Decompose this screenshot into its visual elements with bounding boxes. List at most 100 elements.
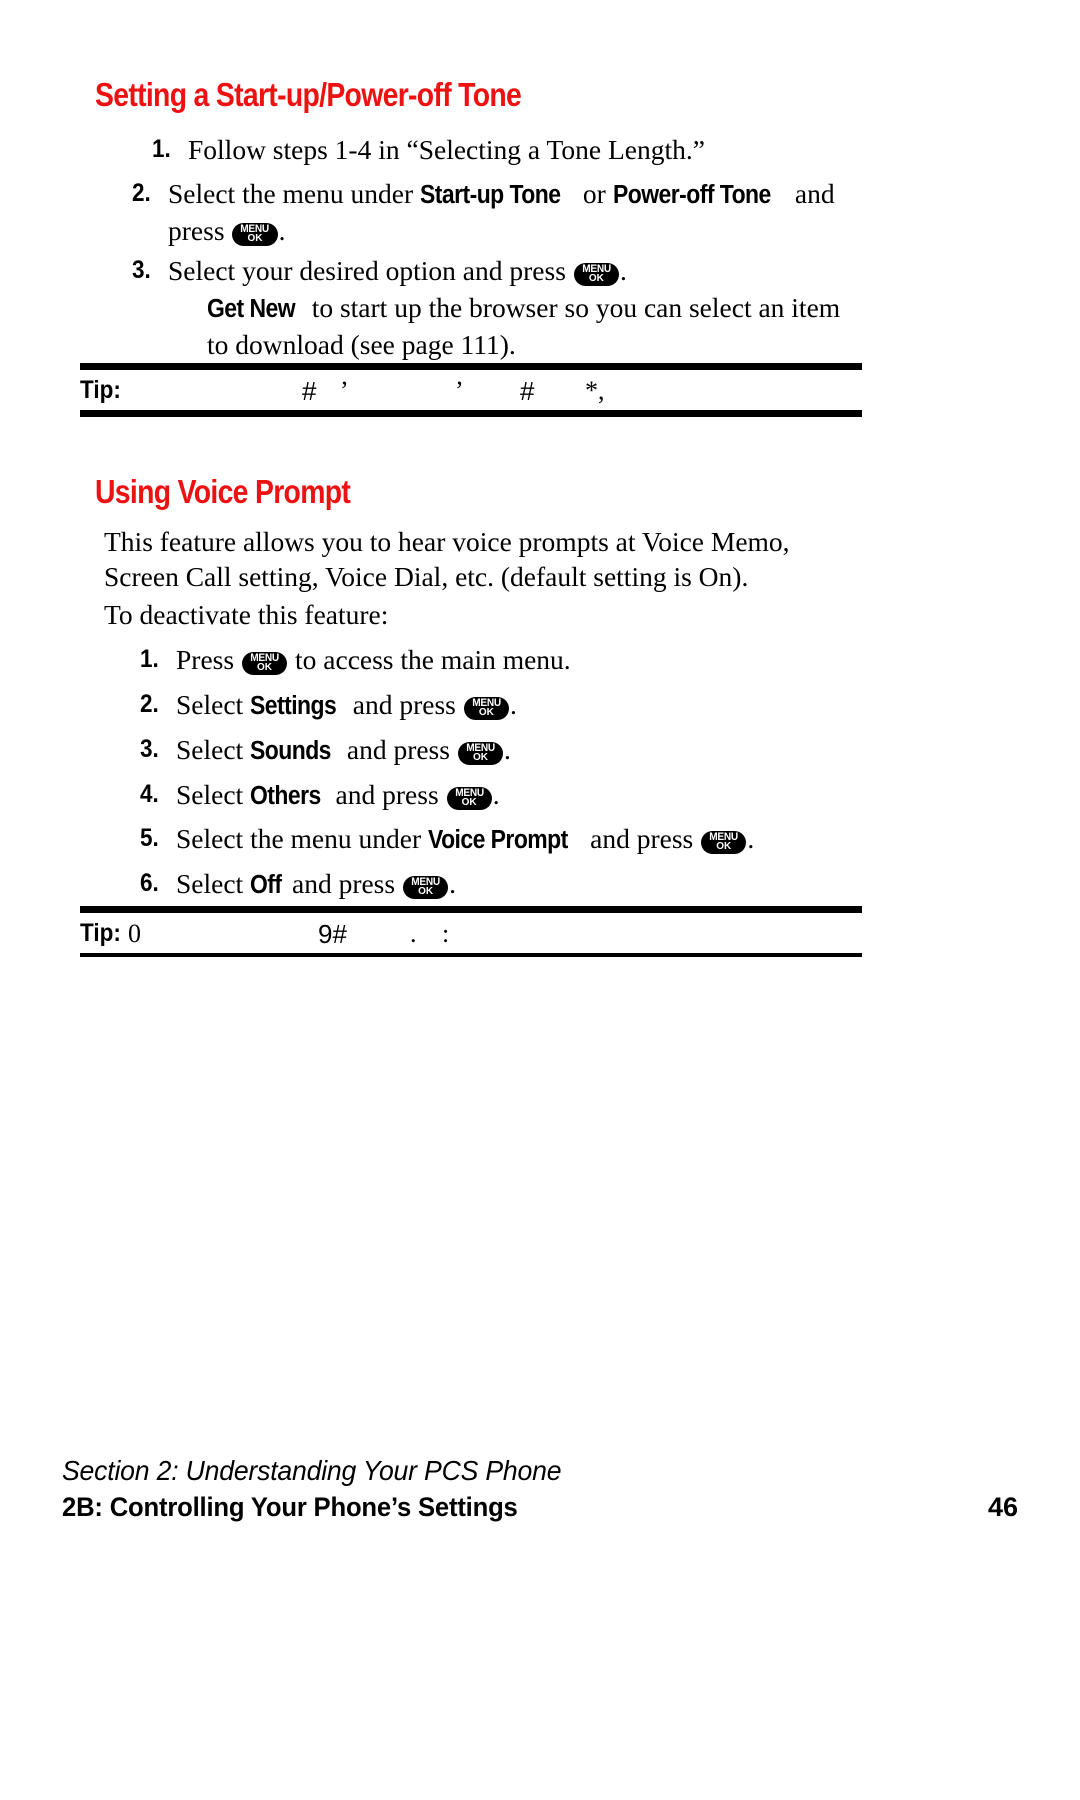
tip-rule-bottom (80, 953, 862, 957)
menu-ok-key-line1: MENU (250, 652, 279, 664)
menu-ok-key-line2: OK (247, 233, 263, 244)
step-item: 2. Select the menu under Start-up Tone o… (132, 176, 892, 248)
step-number: 3. (132, 256, 151, 284)
menu-ok-key[interactable]: MENU OK (457, 742, 504, 765)
step-text-run: Select (176, 689, 251, 720)
tip-fragment: ’ (340, 376, 349, 405)
step-text-run: Select (176, 779, 251, 810)
step-text-run: Select the menu under (176, 823, 428, 854)
menu-ok-key[interactable]: MENU OK (573, 263, 619, 286)
menu-ok-key-line1: MENU (411, 876, 440, 888)
section-heading-voice-prompt: Using Voice Prompt (95, 473, 351, 510)
step-number: 2. (132, 179, 151, 207)
step-text-run: . (504, 734, 511, 765)
menu-ok-key[interactable]: MENU OK (463, 697, 509, 720)
tip-fragment: 0 (128, 919, 141, 948)
step-text-run: or (576, 178, 613, 209)
step-text: Select your desired option and press MEN… (168, 253, 912, 288)
tip-fragment: *, (585, 376, 605, 405)
step-text-run: . (278, 215, 286, 246)
step-text-run: and press (285, 868, 402, 899)
step-text-run: and press (583, 823, 701, 854)
menu-ok-key-line1: MENU (466, 742, 495, 754)
tip-label: Tip: (80, 376, 121, 404)
menu-name-power-off-tone: Power-off Tone (612, 181, 771, 209)
step-number: 6. (140, 869, 159, 897)
step-item: 1. Follow steps 1-4 in “Selecting a Tone… (152, 132, 912, 167)
tip-box: Tip: # ’ ’ # *, (80, 363, 862, 417)
tip-rule-top (80, 363, 862, 370)
step-text-run: . (619, 255, 627, 286)
tip-row: Tip: # ’ ’ # *, (80, 370, 862, 410)
voice-prompt-description: This feature allows you to hear voice pr… (104, 526, 790, 592)
menu-ok-key[interactable]: MENU OK (232, 223, 278, 246)
deactivate-intro: To deactivate this feature: (104, 599, 389, 630)
step-item: 2. Select Settings and press MENU OK. (140, 687, 900, 724)
menu-ok-key-line2: OK (257, 662, 273, 673)
step-item: 4. Select Others and press MENU OK. (140, 777, 900, 814)
footer-chapter-title: 2B: Controlling Your Phone’s Settings (62, 1492, 518, 1522)
menu-ok-key-line2: OK (588, 273, 604, 284)
tip-fragment: ’ (455, 376, 464, 405)
tip-fragment: # (302, 376, 317, 406)
menu-ok-key-line1: MENU (454, 787, 484, 799)
step-item: 6. Select Off and press MENU OK. (140, 866, 900, 903)
step-text: Select Off and press MENU OK. (176, 866, 900, 903)
step-text: Select Others and press MENU OK. (176, 777, 900, 814)
menu-name-off: Off (250, 871, 282, 899)
menu-ok-key[interactable]: MENU OK (402, 876, 449, 899)
step-text-run: and press (345, 689, 463, 720)
step-number: 3. (140, 735, 159, 763)
tip-fragment: . (410, 919, 417, 948)
step-item: 5. Select the menu under Voice Prompt an… (140, 821, 930, 858)
step-text-run: . (509, 689, 517, 720)
step-text-run: and press (328, 779, 446, 810)
step-text: Follow steps 1-4 in “Selecting a Tone Le… (188, 132, 912, 167)
menu-name-sounds: Sounds (250, 737, 331, 765)
menu-ok-key-line1: MENU (582, 263, 611, 275)
tip-label: Tip: (80, 919, 121, 947)
step-item: 1. Press MENU OK to access the main menu. (140, 642, 900, 677)
menu-ok-key-line1: MENU (709, 831, 739, 843)
step-number: 2. (140, 690, 159, 718)
menu-ok-key[interactable]: MENU OK (701, 831, 747, 854)
tip-box: Tip: 0 9# . : (80, 906, 862, 957)
tip-fragment: 9# (318, 919, 347, 949)
menu-ok-key-line2: OK (461, 797, 477, 808)
step-text-run: Follow steps 1-4 in “Selecting a Tone Le… (188, 134, 705, 165)
get-new-note-text: to start up the browser so you can selec… (207, 292, 841, 360)
step-text-run: Press (176, 644, 241, 675)
menu-ok-key[interactable]: MENU OK (446, 787, 492, 810)
section-heading-setting-tone: Setting a Start-up/Power-off Tone (95, 76, 522, 113)
menu-name-voice-prompt: Voice Prompt (428, 826, 568, 854)
step-text: Select the menu under Start-up Tone or P… (168, 176, 892, 248)
tip-row: Tip: 0 9# . : (80, 913, 862, 953)
option-name-get-new: Get New (207, 295, 296, 323)
menu-ok-key[interactable]: MENU OK (241, 652, 288, 675)
step-text-run: . (449, 868, 457, 899)
menu-name-others: Others (250, 782, 321, 810)
step-text-run: Select (176, 734, 251, 765)
footer-section-title: Section 2: Understanding Your PCS Phone (62, 1455, 562, 1486)
tip-fragment: : (442, 919, 450, 948)
menu-ok-key-line2: OK (472, 752, 488, 763)
step-text-run: and press (339, 734, 457, 765)
step-text: Select the menu under Voice Prompt and p… (176, 821, 930, 858)
footer-page-number: 46 (987, 1492, 1018, 1522)
step-number: 5. (140, 824, 159, 852)
step-text: Select Sounds and press MENU OK. (176, 732, 900, 769)
menu-ok-key-line2: OK (478, 707, 494, 718)
step-text-run: Select (176, 868, 251, 899)
menu-name-settings: Settings (250, 692, 337, 720)
menu-ok-key-line1: MENU (240, 223, 270, 235)
menu-ok-key-line1: MENU (471, 697, 501, 709)
menu-ok-key-line2: OK (716, 841, 732, 852)
step-item: 3. Select your desired option and press … (132, 253, 912, 288)
step-text: Select Settings and press MENU OK. (176, 687, 900, 724)
tip-rule-top (80, 906, 862, 913)
tip-fragment: # (520, 376, 535, 406)
step-text-run: Select your desired option and press (168, 255, 573, 286)
step-item: 3. Select Sounds and press MENU OK. (140, 732, 900, 769)
step-number: 1. (140, 645, 159, 673)
manual-page: Setting a Start-up/Power-off Tone 1. Fol… (0, 0, 1080, 1800)
